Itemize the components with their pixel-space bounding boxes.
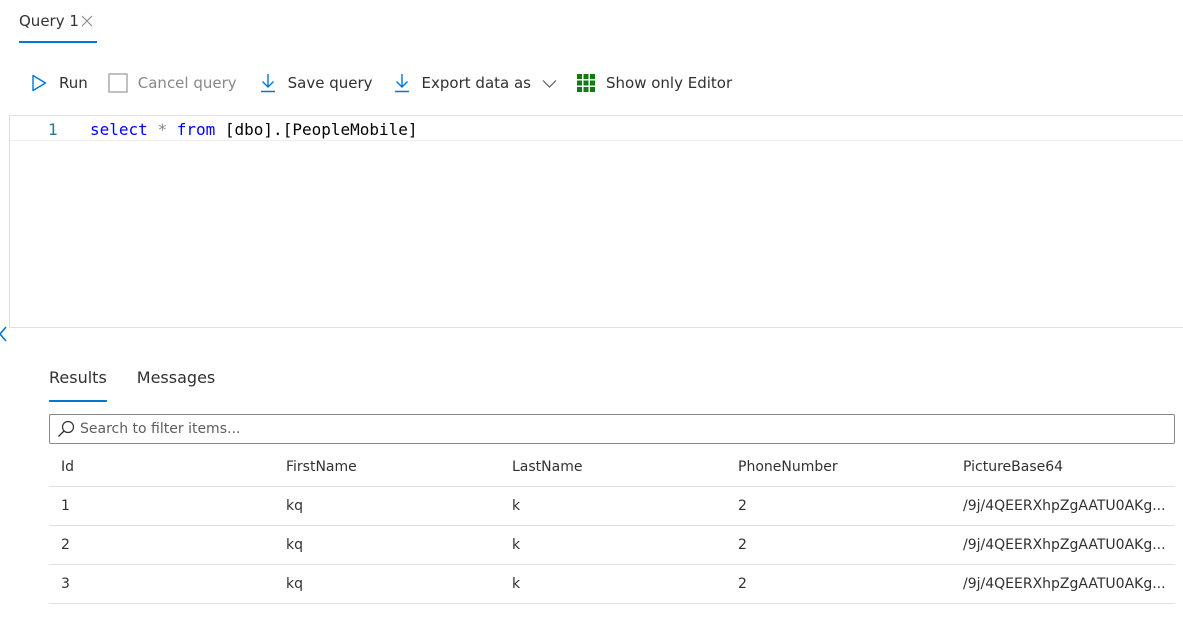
search-icon [58,420,75,437]
download-arrow-icon [260,74,275,93]
cell-id[interactable]: 1 [49,498,274,514]
table-name-token: [dbo].[PeopleMobile] [224,120,418,139]
close-icon[interactable] [81,15,93,27]
play-icon [32,74,47,92]
show-only-editor-button[interactable]: Show only Editor [576,69,733,97]
cell-id[interactable]: 3 [49,576,274,592]
cell-firstname[interactable]: kq [274,498,500,514]
tab-results[interactable]: Results [49,364,107,402]
cell-phonenumber[interactable]: 2 [726,576,951,592]
search-input[interactable] [80,416,1150,442]
export-data-label: Export data as [421,74,531,92]
column-header-lastname[interactable]: LastName [500,459,726,475]
table-row[interactable]: 3 kq k 2 /9j/4QEERXhpZgAATU0AKg... [49,565,1175,604]
cell-phonenumber[interactable]: 2 [726,537,951,553]
active-tab-indicator [19,41,97,43]
grid-header-row: Id FirstName LastName PhoneNumber Pictur… [49,448,1175,487]
download-arrow-icon [394,74,409,93]
cell-lastname[interactable]: k [500,576,726,592]
cell-lastname[interactable]: k [500,498,726,514]
column-header-id[interactable]: Id [49,459,274,475]
toolbar: Run Cancel query Save query Export data … [30,69,732,97]
cancel-query-label: Cancel query [137,74,237,92]
cell-firstname[interactable]: kq [274,537,500,553]
results-grid: Id FirstName LastName PhoneNumber Pictur… [49,448,1175,604]
column-header-picturebase64[interactable]: PictureBase64 [951,459,1175,475]
run-label: Run [59,74,88,92]
keyword-select: select [90,120,148,139]
cell-picturebase64[interactable]: /9j/4QEERXhpZgAATU0AKg... [951,498,1175,514]
table-row[interactable]: 1 kq k 2 /9j/4QEERXhpZgAATU0AKg... [49,487,1175,526]
grid-icon [576,74,595,92]
tab-messages[interactable]: Messages [137,364,215,398]
column-header-phonenumber[interactable]: PhoneNumber [726,459,951,475]
save-query-label: Save query [287,74,373,92]
cell-firstname[interactable]: kq [274,576,500,592]
keyword-from: from [176,120,216,139]
line-number: 1 [48,120,58,139]
checkbox-icon [108,73,128,93]
search-box[interactable] [49,414,1175,444]
editor-line[interactable]: 1 select * from [dbo].[PeopleMobile] [10,117,1183,141]
cell-picturebase64[interactable]: /9j/4QEERXhpZgAATU0AKg... [951,576,1175,592]
query-tab-label: Query 1 [19,12,79,30]
chevron-down-icon [542,79,557,88]
sql-editor[interactable]: 1 select * from [dbo].[PeopleMobile] [9,115,1183,328]
wildcard-token: * [157,120,168,139]
export-data-button[interactable]: Export data as [393,69,557,97]
result-tabs: Results Messages [49,364,245,402]
run-button[interactable]: Run [30,69,88,97]
cell-picturebase64[interactable]: /9j/4QEERXhpZgAATU0AKg... [951,537,1175,553]
cell-id[interactable]: 2 [49,537,274,553]
table-row[interactable]: 2 kq k 2 /9j/4QEERXhpZgAATU0AKg... [49,526,1175,565]
column-header-firstname[interactable]: FirstName [274,459,500,475]
tab-query-1[interactable]: Query 1 [19,9,97,43]
cell-lastname[interactable]: k [500,537,726,553]
code-line[interactable]: select * from [dbo].[PeopleMobile] [90,120,418,139]
query-editor-page: Query 1 Run Cancel query Save query Expo… [0,0,1183,621]
show-only-editor-label: Show only Editor [605,74,733,92]
save-query-button[interactable]: Save query [259,69,373,97]
cancel-query-button[interactable]: Cancel query [108,69,237,97]
chevron-left-icon[interactable] [0,326,8,342]
cell-phonenumber[interactable]: 2 [726,498,951,514]
